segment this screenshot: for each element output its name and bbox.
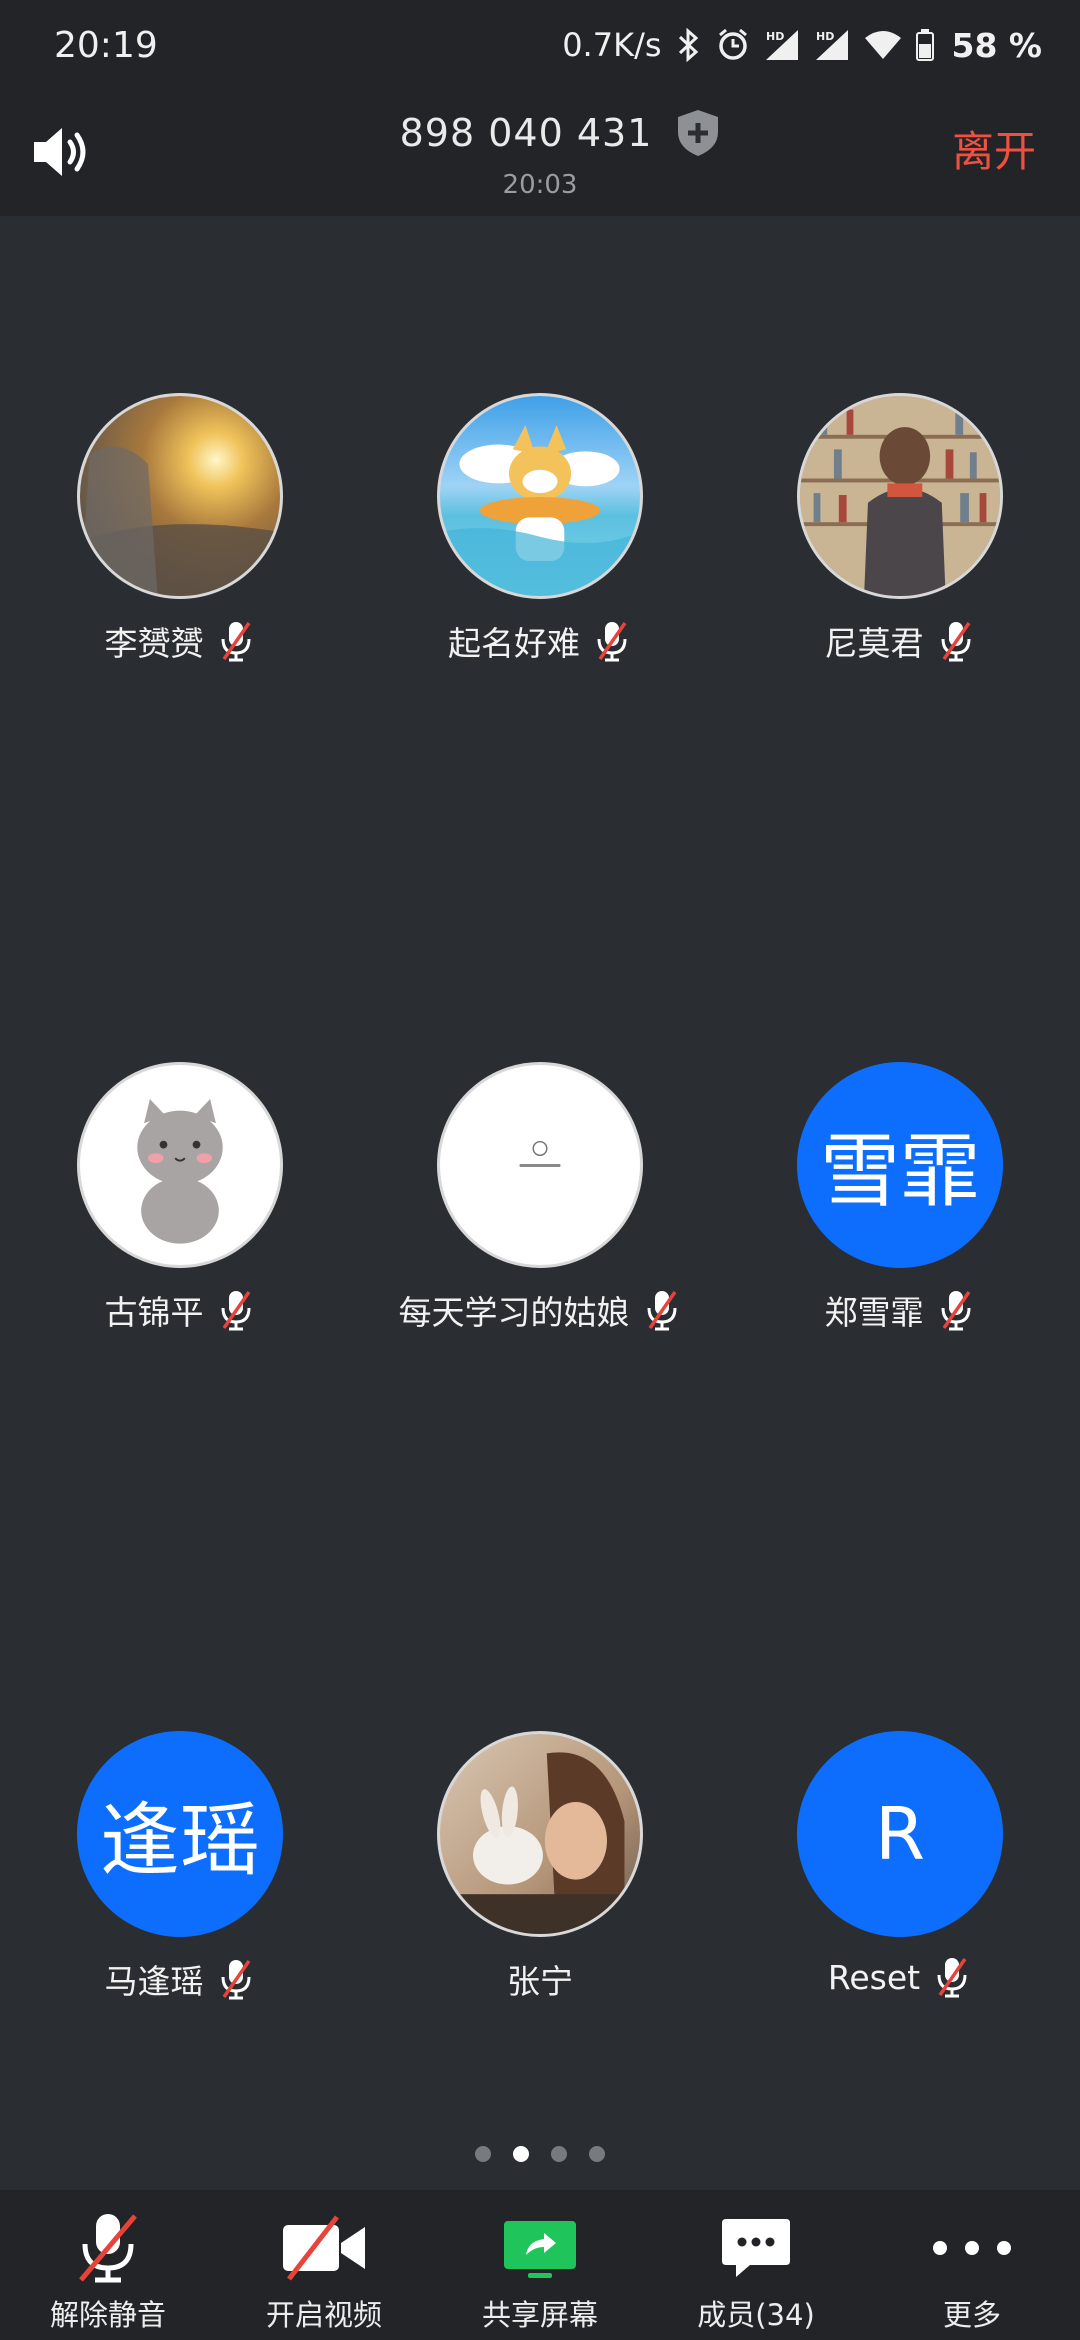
members-button[interactable]: 成员(34) (648, 2190, 864, 2340)
avatar (77, 393, 283, 599)
chat-members-icon (711, 2210, 801, 2286)
participant-info: 张宁 (360, 1955, 720, 2003)
mic-muted-icon (647, 1291, 676, 1331)
avatar: 雪霏 (797, 1062, 1003, 1268)
more-dots-icon (927, 2210, 1017, 2286)
avatar (437, 393, 643, 599)
more-label: 更多 (942, 2298, 1001, 2332)
meeting-header: 898 040 431 20:03 离开 (0, 90, 1080, 216)
minimal-logo-image (519, 1140, 561, 1167)
mic-muted-icon (937, 1958, 967, 1998)
participant-tile[interactable]: 李赟赟 (0, 393, 360, 665)
bluetooth-icon (678, 28, 698, 62)
battery-icon (915, 29, 934, 61)
library-illustration (800, 396, 1000, 596)
avatar: R (797, 1731, 1003, 1937)
cat-cartoon (137, 1098, 223, 1244)
participant-tile[interactable]: 每天学习的姑娘 (360, 1062, 720, 1334)
participant-name: 马逢瑶 (104, 1962, 204, 2001)
mic-muted-icon (221, 622, 250, 662)
net-speed: 0.7K/s (562, 26, 662, 64)
meeting-id: 898 040 431 (399, 111, 653, 155)
video-off-icon (279, 2210, 369, 2286)
sunset-photo (80, 446, 280, 596)
participant-info: 古锦平 (0, 1286, 360, 1334)
status-icons: 0.7K/s HD HD 58 % (562, 26, 1042, 65)
share-screen-button[interactable]: 共享屏幕 (432, 2190, 648, 2340)
battery-percent: 58 % (951, 25, 1042, 65)
page-dot-active[interactable] (513, 2146, 529, 2162)
mic-off-icon (63, 2210, 153, 2286)
page-dot[interactable] (589, 2146, 605, 2162)
participant-tile[interactable]: 起名好难 (360, 393, 720, 665)
svg-text:HD: HD (816, 30, 834, 43)
participant-info: 每天学习的姑娘 (360, 1286, 720, 1334)
participant-name: 尼莫君 (824, 624, 924, 663)
avatar: 逢瑶 (77, 1731, 283, 1937)
leave-button[interactable]: 离开 (952, 118, 1036, 179)
avatar (437, 1062, 643, 1268)
avatar (77, 1062, 283, 1268)
participant-info: 李赟赟 (0, 617, 360, 665)
participant-tile[interactable]: 逢瑶 马逢瑶 (0, 1731, 360, 2003)
participant-name: Reset (827, 1957, 921, 1997)
participant-info: 尼莫君 (720, 617, 1080, 665)
unmute-button[interactable]: 解除静音 (0, 2190, 216, 2340)
participant-grid: 李赟赟 起名好难 尼莫君 古锦平 每天学习的姑娘 雪霏 郑雪霏 逢瑶 马逢瑶 张… (0, 216, 1080, 2190)
more-button[interactable]: 更多 (864, 2190, 1080, 2340)
participant-tile[interactable]: 古锦平 (0, 1062, 360, 1334)
participant-tile[interactable]: 尼莫君 (720, 393, 1080, 665)
share-screen-label: 共享屏幕 (481, 2298, 598, 2332)
participant-name: 每天学习的姑娘 (398, 1293, 630, 1332)
participant-name: 李赟赟 (104, 624, 204, 663)
participant-tile[interactable]: 张宁 (360, 1731, 720, 2003)
start-video-button[interactable]: 开启视频 (216, 2190, 432, 2340)
share-screen-icon (495, 2210, 585, 2286)
members-label: 成员(34) (697, 2298, 815, 2332)
mic-muted-icon (597, 622, 627, 662)
girl-with-rabbit-photo (440, 1752, 640, 1934)
page-indicator[interactable] (0, 2146, 1080, 2162)
participant-tile[interactable]: R Reset (720, 1731, 1080, 1999)
participant-name: 起名好难 (448, 624, 580, 663)
unmute-label: 解除静音 (49, 2298, 166, 2332)
page-dot[interactable] (551, 2146, 567, 2162)
mic-muted-icon (941, 622, 970, 662)
mic-muted-icon (221, 1960, 250, 2000)
corgi-cartoon (440, 425, 640, 596)
meeting-id-row[interactable]: 898 040 431 (0, 108, 1080, 158)
wifi-icon (864, 31, 901, 59)
avatar (437, 1731, 643, 1937)
participant-info: Reset (720, 1955, 1080, 1999)
participant-info: 起名好难 (360, 617, 720, 665)
shield-icon (678, 110, 719, 156)
participant-name: 郑雪霏 (824, 1293, 924, 1332)
participant-info: 郑雪霏 (720, 1286, 1080, 1334)
page-dot[interactable] (475, 2146, 491, 2162)
svg-text:HD: HD (766, 30, 784, 43)
hd-signal-icon: HD (765, 30, 798, 60)
mic-muted-icon (941, 1291, 970, 1331)
participant-name: 古锦平 (104, 1293, 204, 1332)
bottom-toolbar: 解除静音 开启视频 共享屏幕 成员(34) 更多 (0, 2190, 1080, 2340)
participant-info: 马逢瑶 (0, 1955, 360, 2003)
status-time: 20:19 (54, 24, 158, 66)
avatar (797, 393, 1003, 599)
alarm-icon (718, 28, 747, 60)
participant-tile[interactable]: 雪霏 郑雪霏 (720, 1062, 1080, 1334)
participant-name: 张宁 (507, 1962, 573, 2001)
mic-muted-icon (221, 1291, 250, 1331)
status-bar: 20:19 0.7K/s HD HD 58 % (0, 0, 1080, 90)
start-video-label: 开启视频 (265, 2298, 382, 2332)
hd-signal-icon-2: HD (815, 30, 848, 60)
meeting-duration: 20:03 (502, 170, 578, 200)
